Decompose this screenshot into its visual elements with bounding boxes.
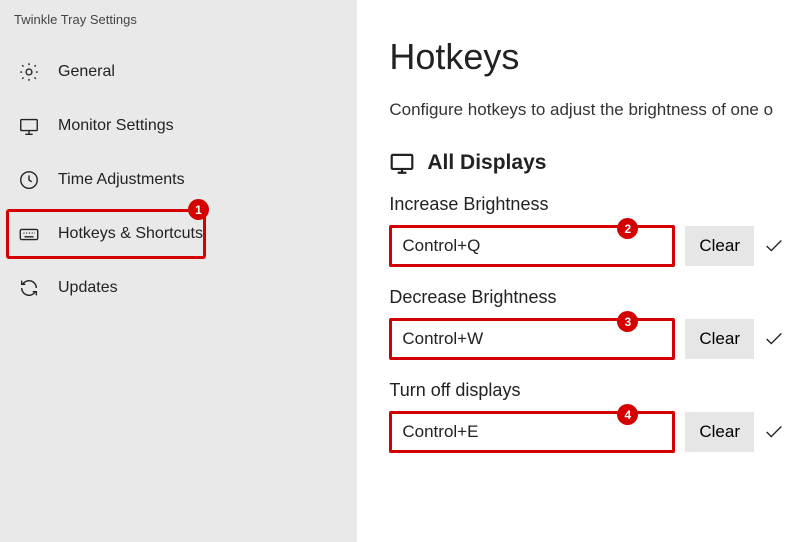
check-icon (760, 232, 788, 260)
hotkey-decrease: Decrease Brightness Control+W 3 Clear (389, 287, 788, 360)
annotation-badge: 3 (617, 311, 638, 332)
hotkey-label: Increase Brightness (389, 194, 788, 215)
clear-button[interactable]: Clear (685, 412, 754, 452)
hotkey-input-decrease[interactable]: Control+W 3 (389, 318, 675, 360)
main-panel: Hotkeys Configure hotkeys to adjust the … (357, 0, 788, 542)
nav-label: Hotkeys & Shortcuts (58, 225, 203, 243)
check-icon (760, 325, 788, 353)
nav-label: Monitor Settings (58, 117, 174, 135)
sidebar: Twinkle Tray Settings General Monitor Se… (0, 0, 357, 542)
clear-button[interactable]: Clear (685, 319, 754, 359)
check-icon (760, 418, 788, 446)
annotation-badge: 4 (617, 404, 638, 425)
sidebar-item-updates[interactable]: Updates (0, 261, 357, 315)
nav-label: Updates (58, 279, 118, 297)
keyboard-icon (18, 223, 40, 245)
section-header: All Displays (389, 150, 788, 176)
hotkey-value: Control+E (402, 422, 478, 442)
page-subtitle: Configure hotkeys to adjust the brightne… (389, 100, 788, 120)
app-title: Twinkle Tray Settings (0, 8, 357, 45)
hotkey-label: Turn off displays (389, 380, 788, 401)
nav-label: Time Adjustments (58, 171, 185, 189)
clear-button[interactable]: Clear (685, 226, 754, 266)
page-title: Hotkeys (389, 36, 788, 78)
hotkey-turnoff: Turn off displays Control+E 4 Clear (389, 380, 788, 453)
sidebar-item-general[interactable]: General (0, 45, 357, 99)
section-title: All Displays (427, 151, 546, 175)
clock-icon (18, 169, 40, 191)
hotkey-value: Control+Q (402, 236, 480, 256)
monitor-icon (18, 115, 40, 137)
hotkey-input-increase[interactable]: Control+Q 2 (389, 225, 675, 267)
sidebar-item-hotkeys[interactable]: Hotkeys & Shortcuts 1 (0, 207, 357, 261)
refresh-icon (18, 277, 40, 299)
gear-icon (18, 61, 40, 83)
hotkey-increase: Increase Brightness Control+Q 2 Clear (389, 194, 788, 267)
nav-label: General (58, 63, 115, 81)
sidebar-item-time[interactable]: Time Adjustments (0, 153, 357, 207)
sidebar-item-monitor[interactable]: Monitor Settings (0, 99, 357, 153)
annotation-badge: 2 (617, 218, 638, 239)
hotkey-value: Control+W (402, 329, 483, 349)
display-icon (389, 150, 415, 176)
hotkey-input-turnoff[interactable]: Control+E 4 (389, 411, 675, 453)
hotkey-label: Decrease Brightness (389, 287, 788, 308)
